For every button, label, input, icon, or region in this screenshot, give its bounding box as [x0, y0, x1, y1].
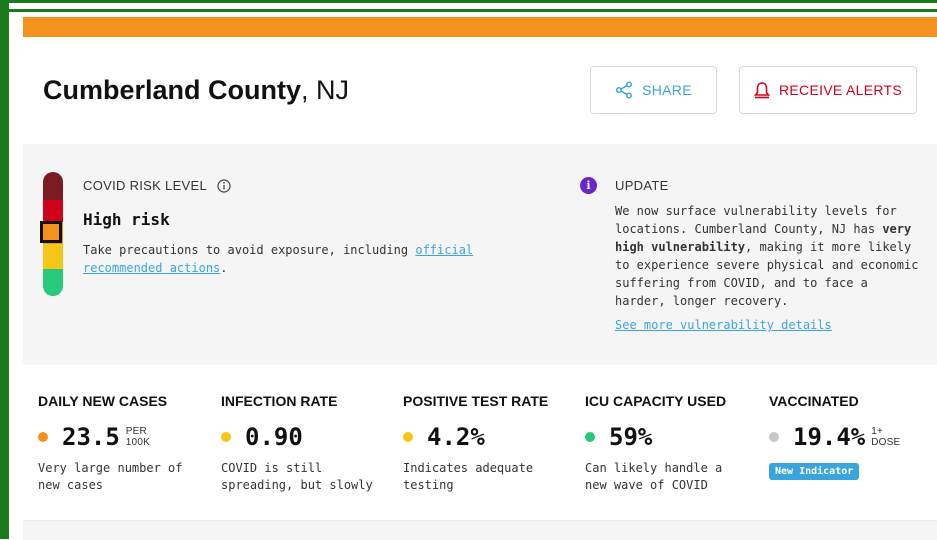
- metric-value-row: 0.90: [221, 423, 386, 451]
- risk-scale-low: [43, 269, 63, 296]
- metric-unit-line1: 1+: [871, 426, 884, 437]
- risk-level-label: COVID RISK LEVEL: [83, 178, 231, 193]
- metric-value-row: 4.2%: [403, 423, 563, 451]
- info-icon[interactable]: [217, 178, 231, 193]
- metric-description: Can likely handle a new wave of COVID: [585, 461, 723, 492]
- metric-unit-line2: DOSE: [871, 437, 901, 448]
- update-body-prefix: We now surface vulnerability levels for …: [615, 204, 897, 236]
- metric-unit-line1: PER: [125, 426, 147, 437]
- share-button[interactable]: SHARE: [590, 66, 717, 114]
- metric-value-row: 59%: [585, 423, 745, 451]
- metric-positive-test-rate[interactable]: POSITIVE TEST RATE 4.2% Indicates adequa…: [403, 393, 563, 494]
- risk-color-bar: [23, 17, 937, 37]
- vulnerability-details-link-wrap: See more vulnerability details: [615, 318, 832, 332]
- metric-value: 4.2%: [427, 423, 485, 451]
- risk-scale-medium: [43, 244, 63, 269]
- share-label: SHARE: [642, 82, 692, 98]
- metric-description: Very large number of new cases: [38, 461, 183, 492]
- next-section-strip: [23, 520, 937, 540]
- update-title: UPDATE: [615, 178, 669, 193]
- share-icon: [616, 81, 633, 99]
- status-dot: [769, 432, 779, 442]
- update-body: We now surface vulnerability levels for …: [615, 202, 925, 310]
- metric-title: ICU CAPACITY USED: [585, 393, 727, 409]
- metric-value: 23.5: [62, 423, 120, 451]
- bell-icon: [754, 82, 770, 99]
- vulnerability-details-link[interactable]: See more vulnerability details: [615, 318, 832, 332]
- status-dot: [221, 432, 231, 442]
- status-dot: [38, 432, 48, 442]
- metric-infection-rate[interactable]: INFECTION RATE 0.90 COVID is still sprea…: [221, 393, 386, 494]
- metric-title: DAILY NEW CASES: [38, 393, 168, 409]
- metric-unit: 1+ DOSE: [871, 426, 900, 448]
- risk-label-text: COVID RISK LEVEL: [83, 178, 208, 193]
- metric-description: COVID is still spreading, but slowly: [221, 461, 373, 492]
- risk-level-marker: [40, 221, 62, 243]
- metric-unit: PER 100K: [126, 426, 150, 448]
- risk-level-value: High risk: [83, 210, 170, 229]
- alerts-label: RECEIVE ALERTS: [779, 82, 902, 98]
- page-title: Cumberland County, NJ: [43, 75, 349, 106]
- metric-value-row: 19.4% 1+ DOSE: [769, 423, 900, 451]
- metric-description: Indicates adequate testing: [403, 461, 534, 492]
- risk-desc-suffix: .: [220, 261, 228, 275]
- metric-title: VACCINATED: [769, 393, 859, 409]
- update-info-icon: i: [580, 177, 597, 194]
- metric-title: INFECTION RATE: [221, 393, 338, 409]
- metric-unit-line2: 100K: [125, 437, 150, 448]
- risk-description: Take precautions to avoid exposure, incl…: [83, 241, 503, 277]
- metric-vaccinated[interactable]: VACCINATED 19.4% 1+ DOSE New Indicator: [769, 393, 900, 480]
- metric-daily-new-cases[interactable]: DAILY NEW CASES 23.5 PER 100K Very large …: [38, 393, 198, 494]
- metric-icu-capacity-used[interactable]: ICU CAPACITY USED 59% Can likely handle …: [585, 393, 745, 494]
- metric-value: 0.90: [245, 423, 303, 451]
- new-indicator-badge: New Indicator: [769, 463, 860, 480]
- metric-value: 19.4%: [793, 423, 866, 451]
- county-name: Cumberland County: [43, 75, 302, 105]
- metric-value-row: 23.5 PER 100K: [38, 423, 198, 451]
- frame-line: [9, 9, 937, 12]
- status-dot: [585, 432, 595, 442]
- metric-title: POSITIVE TEST RATE: [403, 393, 549, 409]
- receive-alerts-button[interactable]: RECEIVE ALERTS: [739, 66, 917, 114]
- risk-desc-prefix: Take precautions to avoid exposure, incl…: [83, 243, 416, 257]
- risk-scale-very-high: [43, 200, 63, 222]
- status-dot: [403, 432, 413, 442]
- risk-scale-critical: [43, 172, 63, 200]
- state-suffix: , NJ: [301, 75, 350, 105]
- metric-value: 59%: [609, 423, 653, 451]
